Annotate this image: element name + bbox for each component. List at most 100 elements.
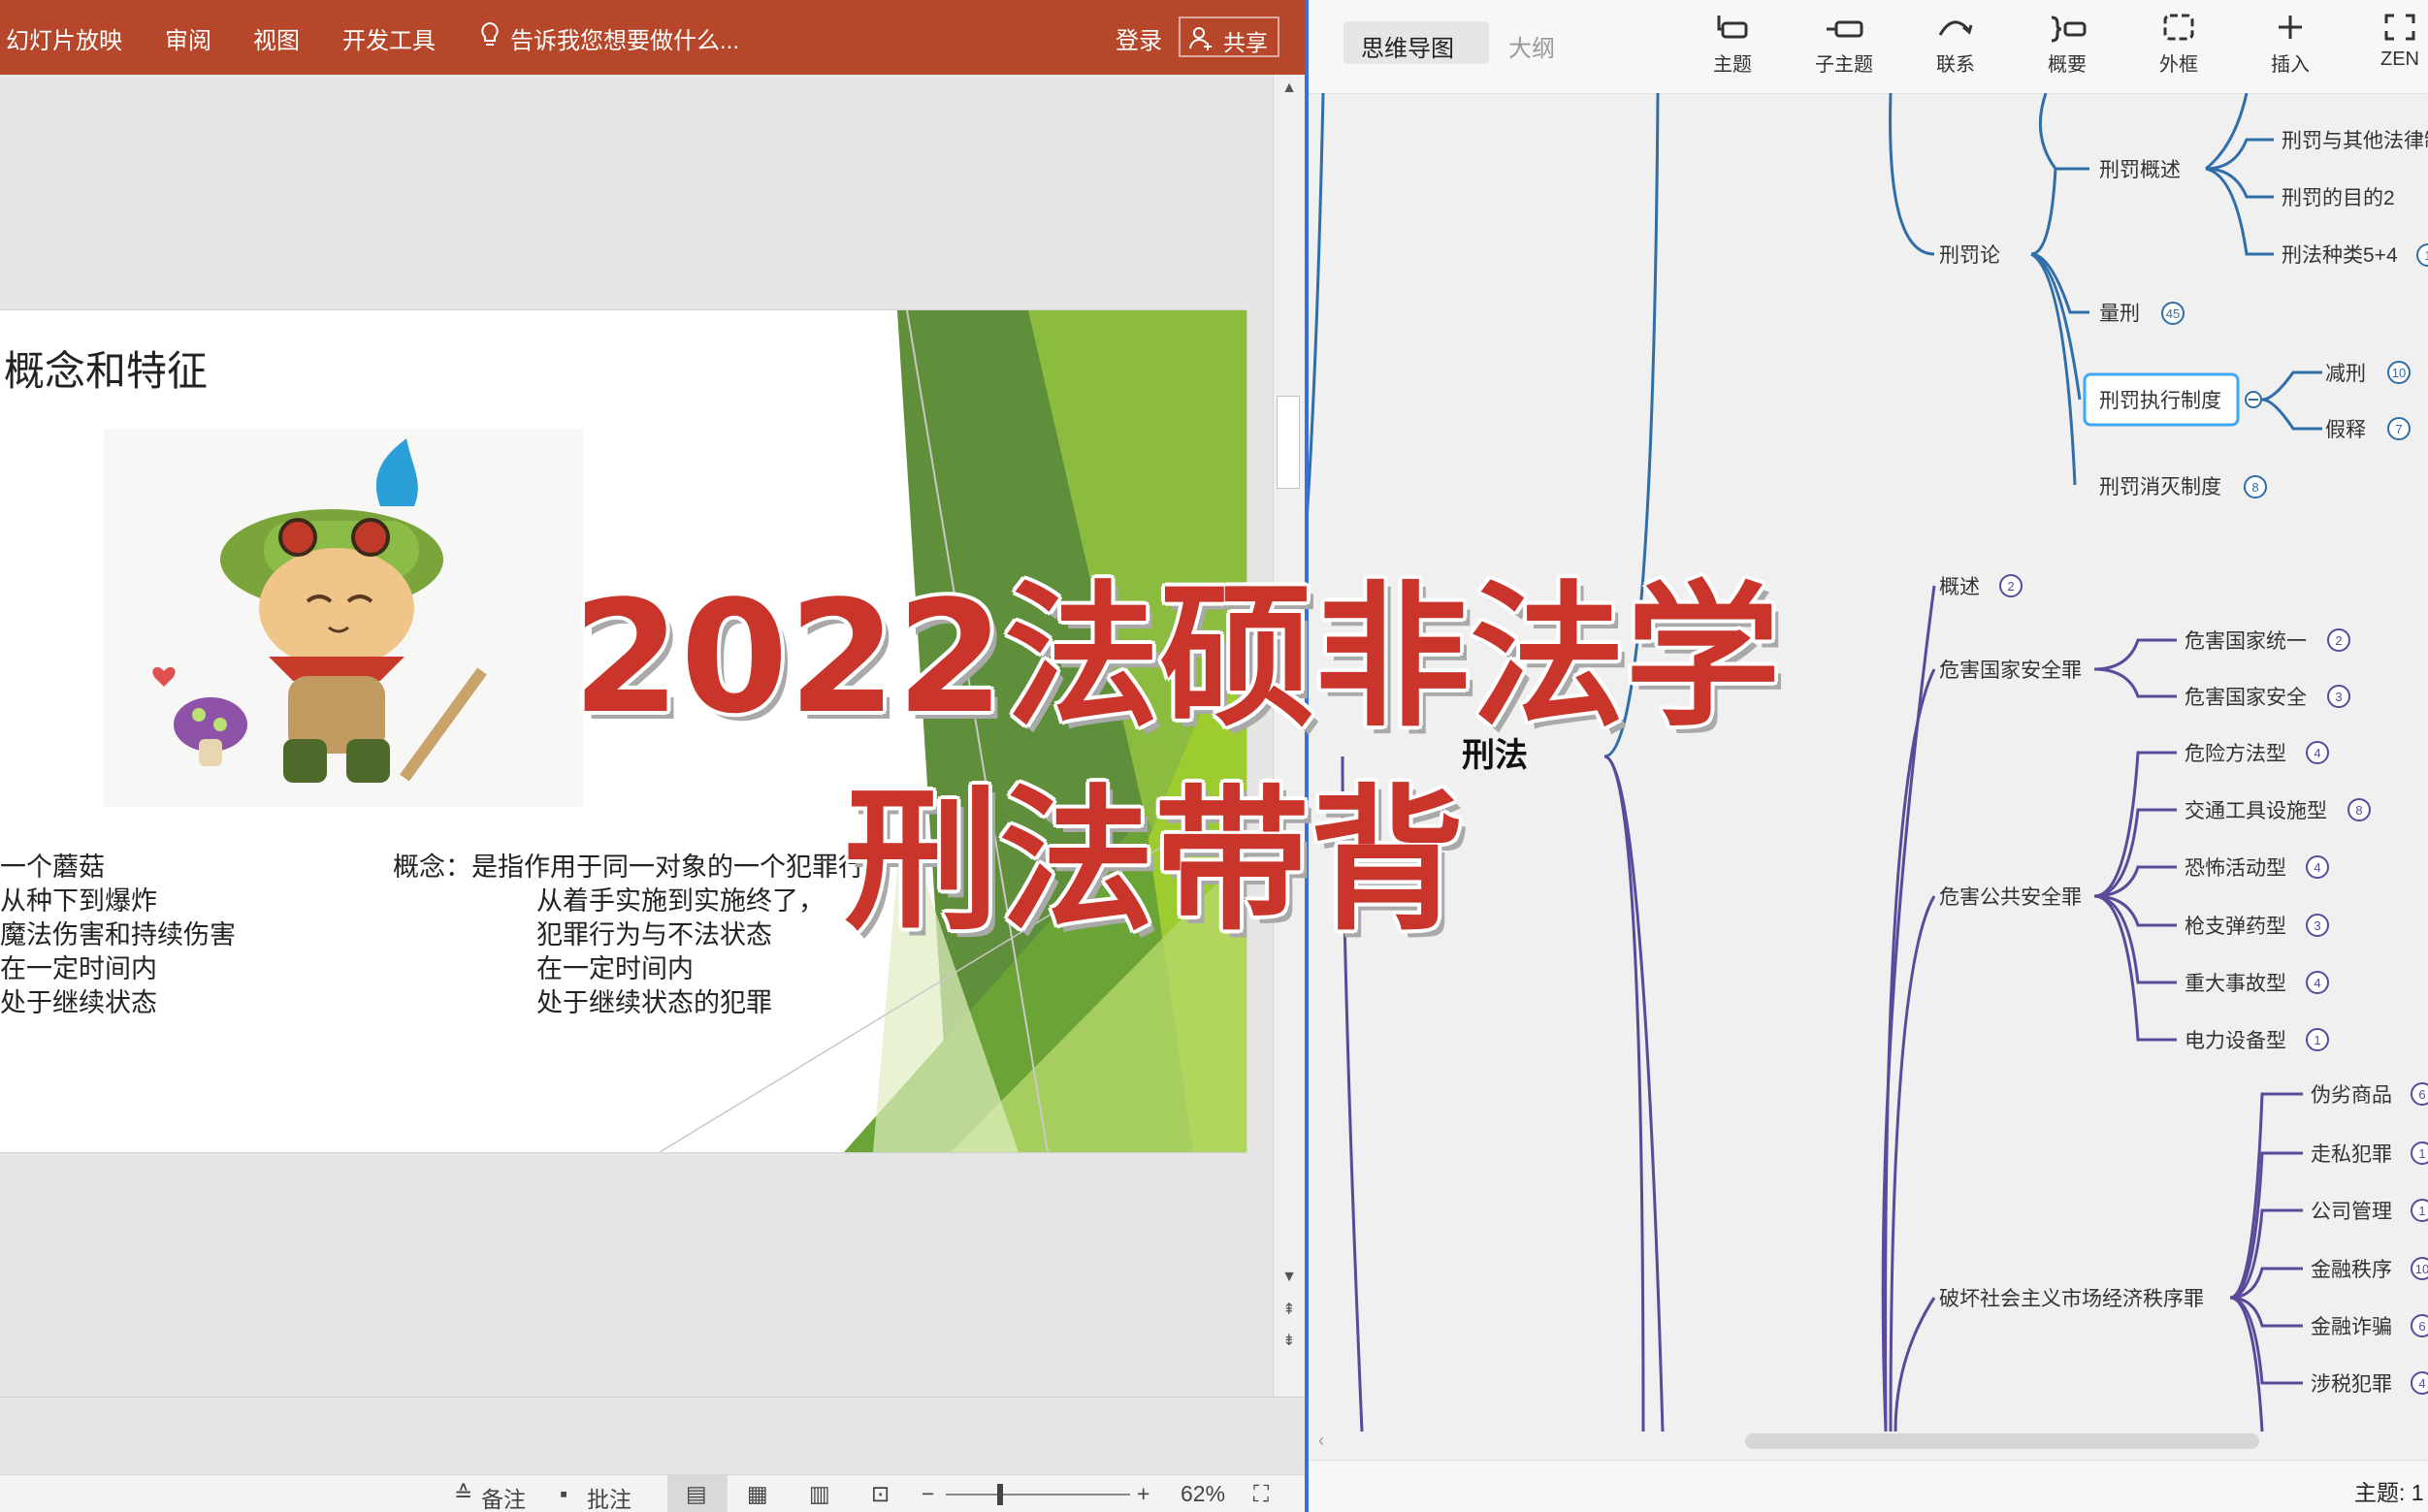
- zen-tool[interactable]: ZEN: [2356, 10, 2428, 71]
- zoom-level[interactable]: 62%: [1181, 1481, 1225, 1507]
- next-slide-icon[interactable]: ⇟: [1279, 1331, 1300, 1350]
- node-qiangzhi[interactable]: 枪支弹药型: [2185, 916, 2286, 938]
- slideshow-view-icon[interactable]: ⊡: [871, 1481, 890, 1507]
- node-dianli[interactable]: 电力设备型: [2185, 1030, 2286, 1052]
- node-jianxing[interactable]: 减刑: [2325, 363, 2366, 385]
- notes-icon: ≙: [454, 1481, 473, 1506]
- badge-jianxing[interactable]: 10: [2387, 361, 2411, 384]
- svg-text:4: 4: [2314, 746, 2320, 760]
- badge-zhonglei[interactable]: 1: [2416, 243, 2428, 267]
- node-jiaotong[interactable]: 交通工具设施型: [2185, 800, 2327, 822]
- slide-sorter-icon[interactable]: ▦: [747, 1481, 768, 1507]
- node-anquan[interactable]: 危害国家安全: [2185, 687, 2307, 709]
- node-xingfalun[interactable]: 刑罚论: [1939, 244, 2000, 267]
- badge-gaishu[interactable]: 2: [1999, 574, 2023, 597]
- badge-weilie[interactable]: 6: [2411, 1082, 2428, 1106]
- subtopic-tool[interactable]: 子主题: [1800, 10, 1888, 77]
- topic-tool[interactable]: 主题: [1689, 10, 1776, 77]
- badge-jiaotong[interactable]: 8: [2347, 798, 2371, 821]
- badge-jiashi[interactable]: 7: [2387, 417, 2411, 440]
- notes-button[interactable]: 备注: [481, 1481, 526, 1512]
- scroll-up-icon[interactable]: ▲: [1279, 80, 1300, 97]
- scroll-left-icon[interactable]: ‹: [1318, 1431, 1324, 1451]
- node-qita[interactable]: 刑罚与其他法律制: [2282, 130, 2428, 152]
- badge-anquan[interactable]: 3: [2327, 685, 2350, 708]
- node-zousi[interactable]: 走私犯罪: [2311, 1143, 2392, 1166]
- badge-tongyi[interactable]: 2: [2327, 628, 2350, 652]
- badge-gongsi[interactable]: 1: [2411, 1199, 2428, 1222]
- zoom-out-icon[interactable]: −: [922, 1481, 934, 1507]
- node-zhongda[interactable]: 重大事故型: [2185, 973, 2286, 995]
- tell-me-search[interactable]: 告诉我您想要做什么...: [510, 21, 739, 55]
- node-zhonglei[interactable]: 刑法种类5+4: [2282, 244, 2398, 267]
- node-liangxing[interactable]: 量刑: [2099, 303, 2140, 325]
- zoom-slider-track[interactable]: [946, 1494, 1130, 1496]
- node-tongyi[interactable]: 危害国家统一: [2185, 630, 2307, 653]
- powerpoint-window: 幻灯片放映 审阅 视图 开发工具 告诉我您想要做什么... 登录 共享 概念和特…: [0, 0, 1305, 1512]
- slide-right-line-3: 在一定时间内: [536, 954, 694, 984]
- node-gongsi[interactable]: 公司管理: [2311, 1201, 2392, 1223]
- fit-to-window-icon[interactable]: ⛶: [1253, 1481, 1269, 1507]
- svg-text:4: 4: [2314, 976, 2320, 990]
- node-gaishu[interactable]: 概述: [1939, 576, 1980, 598]
- boundary-tool[interactable]: 外框: [2135, 10, 2222, 77]
- tab-mindmap[interactable]: 思维导图: [1343, 21, 1489, 64]
- badge-xiaomie[interactable]: 8: [2244, 475, 2267, 499]
- node-jinrongzp[interactable]: 金融诈骗: [2311, 1316, 2392, 1338]
- summary-tool[interactable]: 概要: [2023, 10, 2111, 77]
- badge-liangxing[interactable]: 45: [2161, 302, 2185, 325]
- zoom-slider-thumb[interactable]: [997, 1484, 1003, 1505]
- slide-left-line-2: 从种下到爆炸: [0, 886, 157, 917]
- slide-right-line-2: 犯罪行为与不法状态: [536, 920, 772, 950]
- tab-mindmap-label: 思维导图: [1361, 36, 1454, 62]
- badge-sheshui[interactable]: 4: [2411, 1371, 2428, 1395]
- svg-text:1: 1: [2424, 248, 2428, 263]
- badge-jinrongzp[interactable]: 6: [2411, 1314, 2428, 1337]
- node-sheshui[interactable]: 涉税犯罪: [2311, 1373, 2392, 1396]
- previous-slide-icon[interactable]: ⇞: [1279, 1300, 1300, 1319]
- slide-concept-label: 概念：是指作用于同一对象的一个犯罪行: [393, 853, 864, 883]
- node-pohuai[interactable]: 破坏社会主义市场经济秩序罪: [1939, 1288, 2204, 1310]
- zoom-in-icon[interactable]: +: [1137, 1481, 1149, 1507]
- login-link[interactable]: 登录: [1116, 21, 1162, 55]
- badge-dianli[interactable]: 1: [2306, 1028, 2329, 1051]
- boundary-icon: [2135, 10, 2222, 48]
- node-jiashi[interactable]: 假释: [2325, 419, 2366, 441]
- node-xiaomie[interactable]: 刑罚消灭制度: [2099, 476, 2221, 499]
- tab-slideshow[interactable]: 幻灯片放映: [6, 21, 122, 55]
- tab-review[interactable]: 审阅: [165, 21, 211, 55]
- node-weilie[interactable]: 伪劣商品: [2311, 1084, 2392, 1107]
- comment-icon: ▪: [560, 1481, 568, 1506]
- scroll-down-icon[interactable]: ▼: [1279, 1269, 1300, 1286]
- collapse-toggle-icon[interactable]: [2245, 391, 2262, 408]
- vertical-scroll-thumb[interactable]: [1277, 396, 1300, 489]
- node-guojia[interactable]: 危害国家安全罪: [1939, 659, 2082, 682]
- node-mudi[interactable]: 刑罚的目的2: [2282, 187, 2395, 209]
- plus-icon: [2247, 10, 2334, 48]
- badge-jinrongzx[interactable]: 10: [2411, 1257, 2428, 1280]
- tab-outline[interactable]: 大纲: [1508, 29, 1555, 63]
- node-fangfa[interactable]: 危险方法型: [2185, 743, 2286, 765]
- horizontal-scroll-thumb[interactable]: [1745, 1433, 2259, 1449]
- reading-view-icon[interactable]: ▥: [809, 1481, 830, 1507]
- node-zhixing[interactable]: 刑罚执行制度: [2099, 390, 2221, 412]
- badge-fangfa[interactable]: 4: [2306, 741, 2329, 764]
- badge-kongbu[interactable]: 4: [2306, 855, 2329, 879]
- tab-developer[interactable]: 开发工具: [342, 21, 436, 55]
- share-button[interactable]: 共享: [1179, 16, 1279, 57]
- relationship-tool[interactable]: 联系: [1912, 10, 1999, 77]
- insert-tool[interactable]: 插入: [2247, 10, 2334, 77]
- badge-qiangzhi[interactable]: 3: [2306, 914, 2329, 937]
- node-kongbu[interactable]: 恐怖活动型: [2185, 857, 2286, 880]
- badge-zhongda[interactable]: 4: [2306, 971, 2329, 994]
- node-gonggong[interactable]: 危害公共安全罪: [1939, 886, 2082, 909]
- mindmap-canvas[interactable]: 刑法 刑罚论 刑罚概述 刑罚与其他法律制 刑罚的目的2 刑法种类5+4 量刑 刑…: [1309, 93, 2428, 1432]
- notes-pane[interactable]: [0, 1397, 1305, 1475]
- mindmap-toolbar: 思维导图 大纲 主题 子主题 联系 概要 外框 插入 ZEN: [1309, 0, 2428, 94]
- node-jinrongzx[interactable]: 金融秩序: [2311, 1259, 2392, 1281]
- tab-view[interactable]: 视图: [253, 21, 300, 55]
- comments-button[interactable]: 批注: [587, 1481, 631, 1512]
- badge-zousi[interactable]: 1: [2411, 1142, 2428, 1165]
- node-xingfagaishu[interactable]: 刑罚概述: [2099, 159, 2181, 181]
- relationship-label: 联系: [1936, 54, 1975, 76]
